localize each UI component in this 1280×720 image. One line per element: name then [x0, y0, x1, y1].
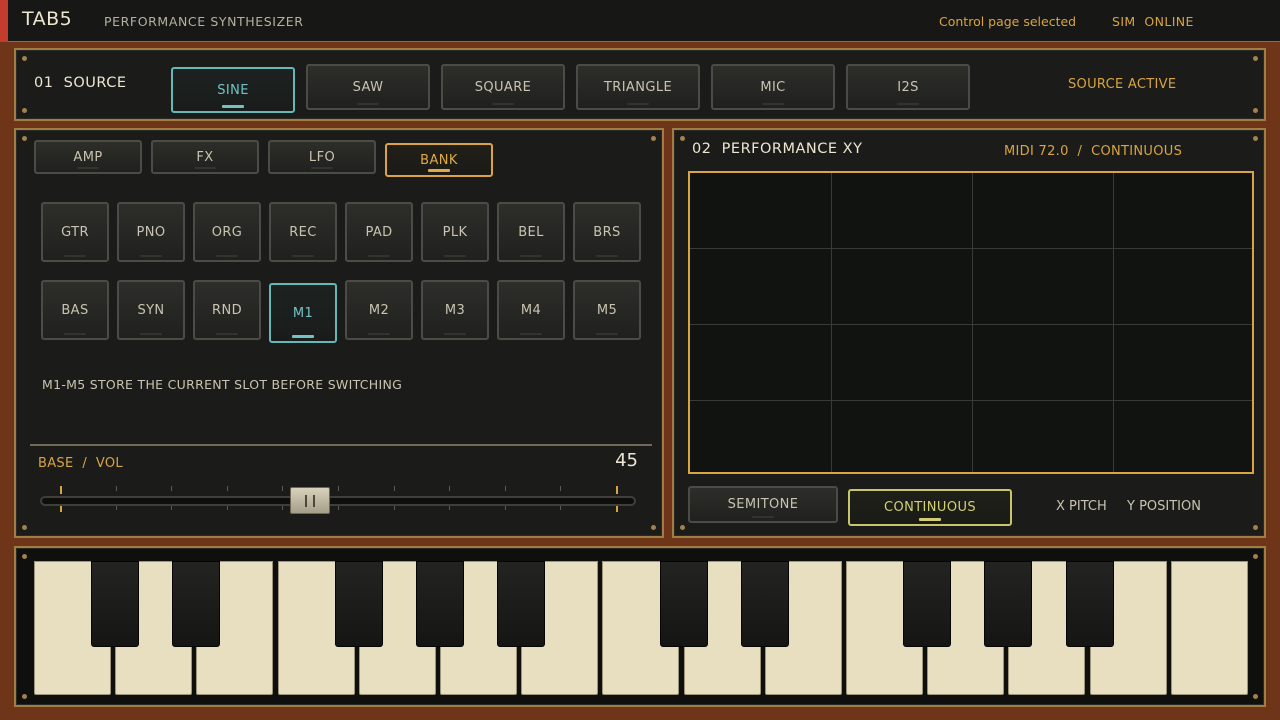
slider-tick: [393, 506, 395, 510]
slider-tick: [449, 506, 451, 510]
slider-tick: [504, 486, 506, 491]
bank-slot-syn[interactable]: SYN: [117, 280, 185, 340]
slider-thumb[interactable]: [290, 487, 330, 514]
x-axis-label: X PITCH: [1056, 499, 1107, 514]
screw-icon: [22, 525, 27, 530]
black-key[interactable]: [172, 561, 220, 647]
midi-status: MIDI 72.0 / CONTINUOUS: [1004, 144, 1183, 159]
top-bar: TAB5 PERFORMANCE SYNTHESIZER Control pag…: [0, 0, 1280, 42]
screw-icon: [680, 525, 685, 530]
bank-slot-bel[interactable]: BEL: [497, 202, 565, 262]
black-key[interactable]: [416, 561, 464, 647]
slider-tick: [393, 486, 395, 491]
tab-bank[interactable]: BANK: [385, 143, 493, 177]
source-label: 01 SOURCE: [34, 75, 127, 91]
screw-icon: [651, 525, 656, 530]
black-key[interactable]: [91, 561, 139, 647]
bank-slot-bas[interactable]: BAS: [41, 280, 109, 340]
slider-tick: [282, 506, 284, 510]
slider-tick: [338, 506, 339, 510]
screw-icon: [22, 554, 27, 559]
screw-icon: [1253, 694, 1258, 699]
slider-value: 45: [615, 450, 638, 471]
screw-icon: [22, 136, 27, 141]
mode-semitone-button[interactable]: SEMITONE: [688, 486, 838, 523]
slider-tick: [616, 486, 618, 494]
screw-icon: [1253, 108, 1258, 113]
slider-tick: [282, 486, 284, 491]
bank-slot-m3[interactable]: M3: [421, 280, 489, 340]
slider-tick: [115, 486, 117, 491]
source-triangle-button[interactable]: TRIANGLE: [576, 64, 700, 110]
screw-icon: [1253, 136, 1258, 141]
y-axis-label: Y POSITION: [1127, 499, 1201, 514]
screw-icon: [651, 136, 656, 141]
divider: [30, 444, 652, 446]
black-key[interactable]: [984, 561, 1032, 647]
black-key[interactable]: [497, 561, 545, 647]
slider-tick: [60, 506, 62, 512]
bank-hint: M1-M5 STORE THE CURRENT SLOT BEFORE SWIT…: [42, 377, 403, 392]
mode-continuous-button[interactable]: CONTINUOUS: [848, 489, 1012, 526]
slider-tick: [449, 486, 451, 491]
slider-tick: [115, 506, 117, 510]
black-key[interactable]: [903, 561, 951, 647]
bank-slot-rec[interactable]: REC: [269, 202, 337, 262]
black-key[interactable]: [1066, 561, 1114, 647]
source-square-button[interactable]: SQUARE: [441, 64, 565, 110]
black-key[interactable]: [660, 561, 708, 647]
source-sine-button[interactable]: SINE: [171, 67, 295, 113]
slider-tick: [171, 486, 173, 491]
source-mic-button[interactable]: MIC: [711, 64, 835, 110]
base-vol-slider[interactable]: [40, 496, 636, 506]
slider-tick: [560, 506, 562, 510]
performance-label: 02 PERFORMANCE XY: [692, 141, 863, 157]
screw-icon: [1253, 56, 1258, 61]
slider-label: BASE / VOL: [38, 456, 123, 471]
bank-slot-m1[interactable]: M1: [269, 283, 337, 343]
screw-icon: [680, 136, 685, 141]
app-subtitle: PERFORMANCE SYNTHESIZER: [104, 14, 304, 29]
slider-tick: [560, 486, 562, 491]
slider-tick: [616, 506, 618, 512]
slider-tick: [171, 506, 173, 510]
bank-slot-gtr[interactable]: GTR: [41, 202, 109, 262]
screw-icon: [1253, 525, 1258, 530]
xy-pad[interactable]: [688, 171, 1254, 474]
bank-slot-rnd[interactable]: RND: [193, 280, 261, 340]
black-key[interactable]: [335, 561, 383, 647]
slider-tick: [226, 506, 228, 510]
screw-icon: [22, 56, 27, 61]
screw-icon: [1253, 554, 1258, 559]
source-saw-button[interactable]: SAW: [306, 64, 430, 110]
tab-lfo[interactable]: LFO: [268, 140, 376, 174]
bank-slot-m4[interactable]: M4: [497, 280, 565, 340]
bank-slot-m2[interactable]: M2: [345, 280, 413, 340]
screw-icon: [22, 694, 27, 699]
black-key[interactable]: [741, 561, 789, 647]
screw-icon: [22, 108, 27, 113]
status-message: Control page selected: [939, 14, 1077, 29]
slider-tick: [338, 486, 339, 491]
bank-slot-brs[interactable]: BRS: [573, 202, 641, 262]
slider-tick: [504, 506, 506, 510]
bank-slot-m5[interactable]: M5: [573, 280, 641, 340]
slider-tick: [226, 486, 228, 491]
control-panel: [14, 128, 664, 538]
bank-slot-pno[interactable]: PNO: [117, 202, 185, 262]
accent-strip: [0, 0, 8, 42]
tab-fx[interactable]: FX: [151, 140, 259, 174]
bank-slot-org[interactable]: ORG: [193, 202, 261, 262]
bank-slot-plk[interactable]: PLK: [421, 202, 489, 262]
source-state: SOURCE ACTIVE: [1068, 77, 1177, 92]
source-i2s-button[interactable]: I2S: [846, 64, 970, 110]
slider-tick: [60, 486, 62, 494]
white-key[interactable]: [1171, 561, 1248, 695]
app-title: TAB5: [22, 8, 73, 30]
sim-status: SIM ONLINE: [1112, 14, 1194, 29]
tab-amp[interactable]: AMP: [34, 140, 142, 174]
bank-slot-pad[interactable]: PAD: [345, 202, 413, 262]
